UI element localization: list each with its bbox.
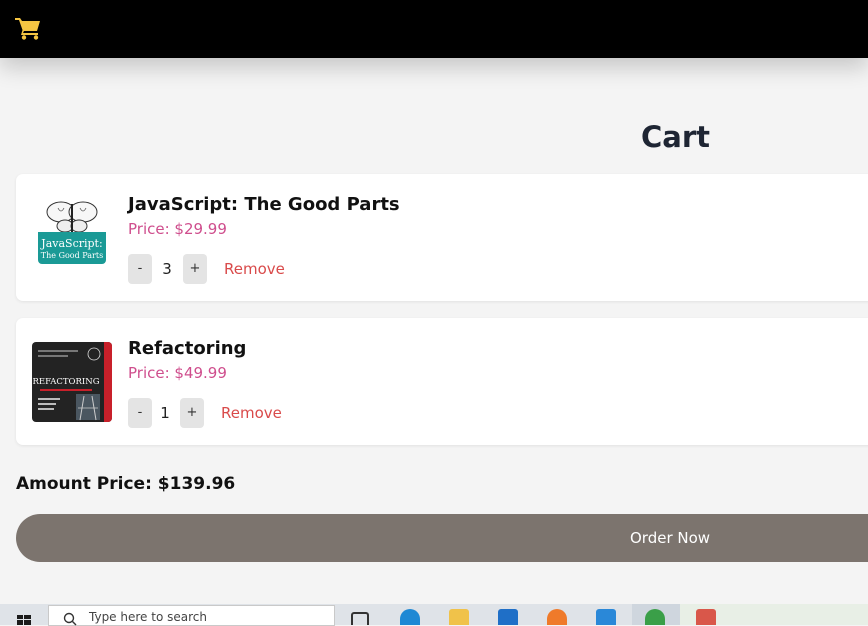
cart-item: REFACTORING Refactoring Price: $49.99 - … (16, 318, 868, 445)
svg-text:JavaScript:: JavaScript: (40, 237, 102, 250)
firefox-icon[interactable] (547, 609, 567, 625)
mail-icon[interactable] (498, 609, 518, 625)
remove-button[interactable]: Remove (221, 398, 282, 428)
bridge-icon (76, 394, 100, 421)
file-explorer-icon[interactable] (449, 609, 469, 625)
item-title: JavaScript: The Good Parts (128, 194, 400, 215)
svg-text:REFACTORING: REFACTORING (32, 377, 99, 387)
book-cover-image: REFACTORING (32, 342, 112, 422)
taskbar-search-placeholder: Type here to search (89, 610, 207, 624)
amount-total: Amount Price: $139.96 (16, 474, 236, 494)
windows-taskbar: Type here to search (0, 604, 868, 626)
decrement-button[interactable]: - (128, 398, 152, 428)
remove-button[interactable]: Remove (224, 254, 285, 284)
cart-item: JavaScript: The Good Parts JavaScript: T… (16, 174, 868, 301)
quantity-value: 1 (160, 404, 170, 422)
item-title: Refactoring (128, 338, 247, 359)
search-icon (63, 612, 77, 626)
taskbar-search-box[interactable]: Type here to search (48, 605, 335, 626)
item-price: Price: $29.99 (128, 220, 227, 238)
app-icon[interactable] (696, 609, 716, 625)
order-now-label: Order Now (630, 529, 711, 547)
chrome-icon[interactable] (645, 609, 665, 625)
task-view-icon[interactable] (351, 612, 369, 625)
order-now-button[interactable]: Order Now (16, 514, 868, 562)
svg-text:The Good Parts: The Good Parts (41, 251, 103, 260)
decrement-button[interactable]: - (128, 254, 152, 284)
item-price: Price: $49.99 (128, 364, 227, 382)
page-title: Cart (641, 120, 711, 154)
shopping-cart-icon[interactable] (15, 16, 41, 40)
increment-button[interactable]: + (183, 254, 207, 284)
quantity-value: 3 (162, 260, 172, 278)
edge-icon[interactable] (400, 609, 420, 625)
increment-button[interactable]: + (180, 398, 204, 428)
book-cover-image: JavaScript: The Good Parts (38, 196, 106, 264)
windows-start-icon[interactable] (17, 615, 31, 625)
vscode-icon[interactable] (596, 609, 616, 625)
top-navbar (0, 0, 868, 58)
